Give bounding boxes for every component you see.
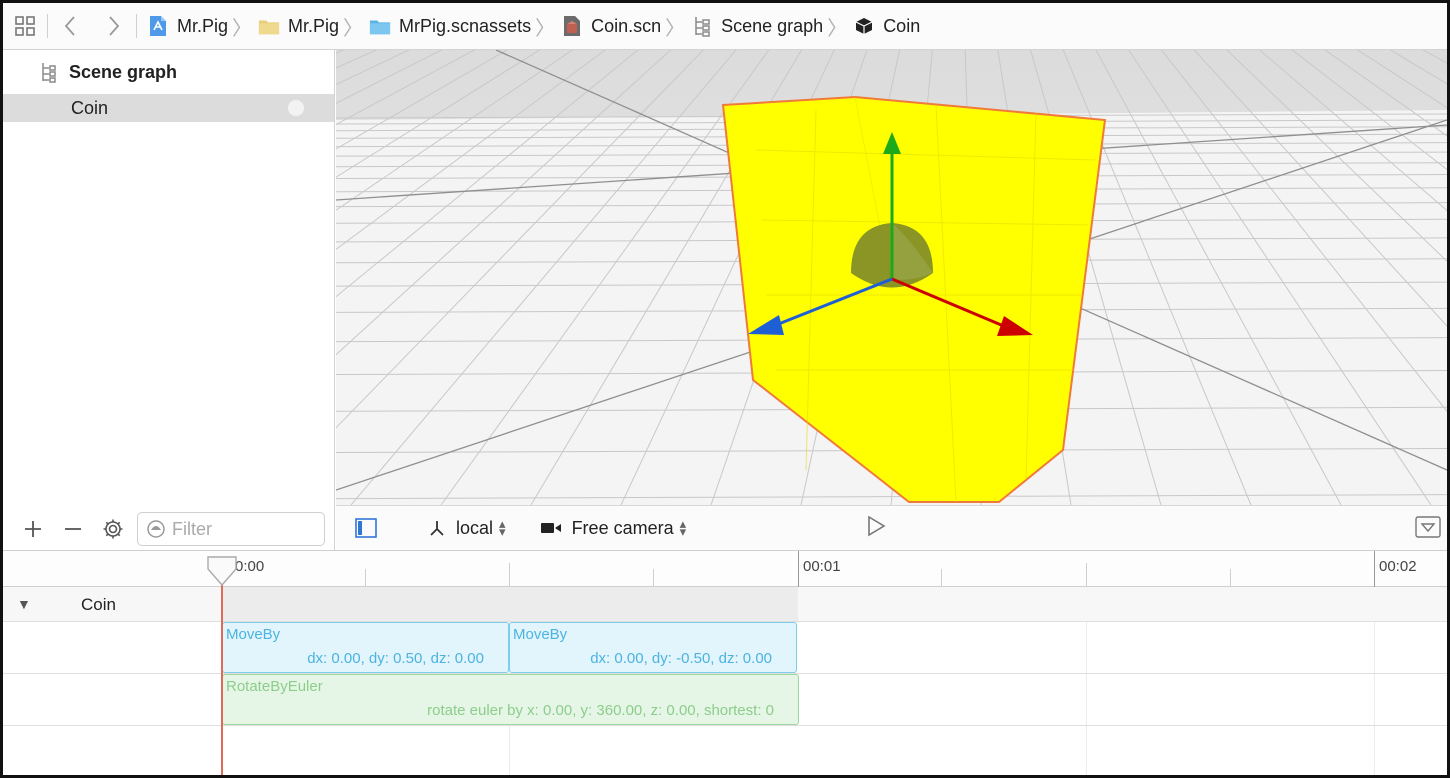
minor-tick [1086,563,1087,587]
camera-icon [540,523,561,533]
playhead-line [221,567,223,775]
related-items-grid-icon[interactable] [3,3,47,50]
action-title: RotateByEuler [226,678,323,695]
minus-icon [65,528,81,530]
minor-tick [509,563,510,587]
viewport-toolbar: local ▴ ▾ Free camera ▴ ▾ [336,505,1447,550]
scene-graph-header: Scene graph [3,50,334,94]
back-chevron-icon[interactable] [48,3,92,50]
timeline-toggle-button[interactable] [1415,516,1441,543]
folder-icon [258,15,280,37]
action-detail: dx: 0.00, dy: -0.50, dz: 0.00 [590,650,772,667]
scene-graph-footer [3,508,335,550]
breadcrumb-label: Coin.scn [591,15,662,36]
chevron-down-box-icon [1415,516,1441,538]
filter-icon [147,520,165,538]
timeline-node-row[interactable]: ▼ Coin [3,587,1447,622]
play-button[interactable] [866,515,886,542]
camera-popup[interactable]: Free camera ▴ ▾ [540,516,687,539]
gear-icon [103,519,123,539]
breadcrumb-scene-graph[interactable]: Scene graph [691,15,823,37]
settings-button[interactable] [93,512,133,546]
action-timeline[interactable]: 0:00 00:01 00:02 ▼ Coin MoveBy dx: 0.00,… [3,550,1447,775]
rotatebyeuler-action[interactable]: RotateByEuler rotate euler by x: 0.00, y… [222,674,799,725]
local-axes-icon [430,521,444,536]
breadcrumb-scnassets[interactable]: MrPig.scnassets [369,15,531,37]
breadcrumb-label: Mr.Pig [288,15,340,36]
play-icon [868,515,886,536]
breadcrumb-scene-file[interactable]: Coin.scn [561,15,661,37]
plus-icon [25,521,41,537]
action-title: MoveBy [226,626,281,643]
moveby-action-1[interactable]: MoveBy dx: 0.00, dy: 0.50, dz: 0.00 [222,622,509,673]
node-visibility-icon[interactable] [288,100,304,116]
node-duration-bar [221,587,798,621]
minor-tick [941,569,942,587]
minor-tick [1230,569,1231,587]
breadcrumb-group[interactable]: Mr.Pig [258,15,339,37]
major-tick [1374,551,1375,587]
breadcrumb: Mr.Pig 〉 Mr.Pig 〉 MrPig.scnassets 〉 Coin… [137,3,920,50]
xcode-scene-editor: Mr.Pig 〉 Mr.Pig 〉 MrPig.scnassets 〉 Coin… [0,0,1450,778]
camera-value: Free camera [571,517,674,538]
tick-label-2: 00:02 [1379,558,1417,575]
filter-input[interactable] [172,518,312,540]
action-detail: dx: 0.00, dy: 0.50, dz: 0.00 [307,650,484,667]
timeline-node-label: Coin [81,595,116,614]
chevron-right-icon: 〉 [535,17,556,40]
filter-field[interactable] [137,512,325,546]
scene-graph-title: Scene graph [69,61,178,82]
coordinate-space-value: local [456,517,494,538]
playhead-handle[interactable] [206,555,238,589]
scene-graph-icon [39,61,57,83]
coordinate-space-popup[interactable]: local ▴ ▾ [428,516,506,539]
breadcrumb-label: Coin [883,15,921,36]
updown-chevron-icon: ▴ ▾ [679,516,687,539]
updown-chevron-icon: ▴ ▾ [499,516,506,539]
chevron-right-icon: 〉 [343,17,364,40]
scene-file-icon [561,15,583,37]
moveby-action-2[interactable]: MoveBy dx: 0.00, dy: -0.50, dz: 0.00 [509,622,797,673]
scene-graph-icon [691,15,713,37]
forward-chevron-icon[interactable] [92,3,136,50]
scene-graph-panel: Scene graph Coin [3,50,335,550]
disclosure-triangle-icon[interactable]: ▼ [17,596,31,612]
breadcrumb-node[interactable]: Coin [853,15,920,37]
action-detail: rotate euler by x: 0.00, y: 360.00, z: 0… [427,702,774,719]
node-cube-icon [853,15,875,37]
sidebar-toggle-icon [355,518,377,538]
remove-node-button[interactable] [53,512,93,546]
jump-bar: Mr.Pig 〉 Mr.Pig 〉 MrPig.scnassets 〉 Coin… [3,3,1447,50]
tick-label-1: 00:01 [803,558,841,575]
chevron-right-icon: 〉 [827,17,848,40]
minor-tick [365,569,366,587]
breadcrumb-label: MrPig.scnassets [399,15,532,36]
breadcrumb-label: Mr.Pig [177,15,229,36]
chevron-right-icon: 〉 [232,17,253,40]
node-label: Coin [71,97,109,118]
breadcrumb-label: Scene graph [721,15,824,36]
breadcrumb-project[interactable]: Mr.Pig [147,15,228,37]
tick-label-0: 0:00 [235,558,265,575]
add-node-button[interactable] [13,512,53,546]
toggle-sidebar-button[interactable] [336,518,396,538]
action-title: MoveBy [513,626,568,643]
chevron-right-icon: 〉 [665,17,686,40]
minor-tick [653,569,654,587]
viewport-canvas[interactable] [336,50,1447,505]
xcode-project-icon [147,15,169,37]
blue-folder-icon [369,15,391,37]
scene-graph-node-coin[interactable]: Coin [3,94,334,122]
major-tick [798,551,799,587]
scene-viewport[interactable] [336,50,1447,505]
